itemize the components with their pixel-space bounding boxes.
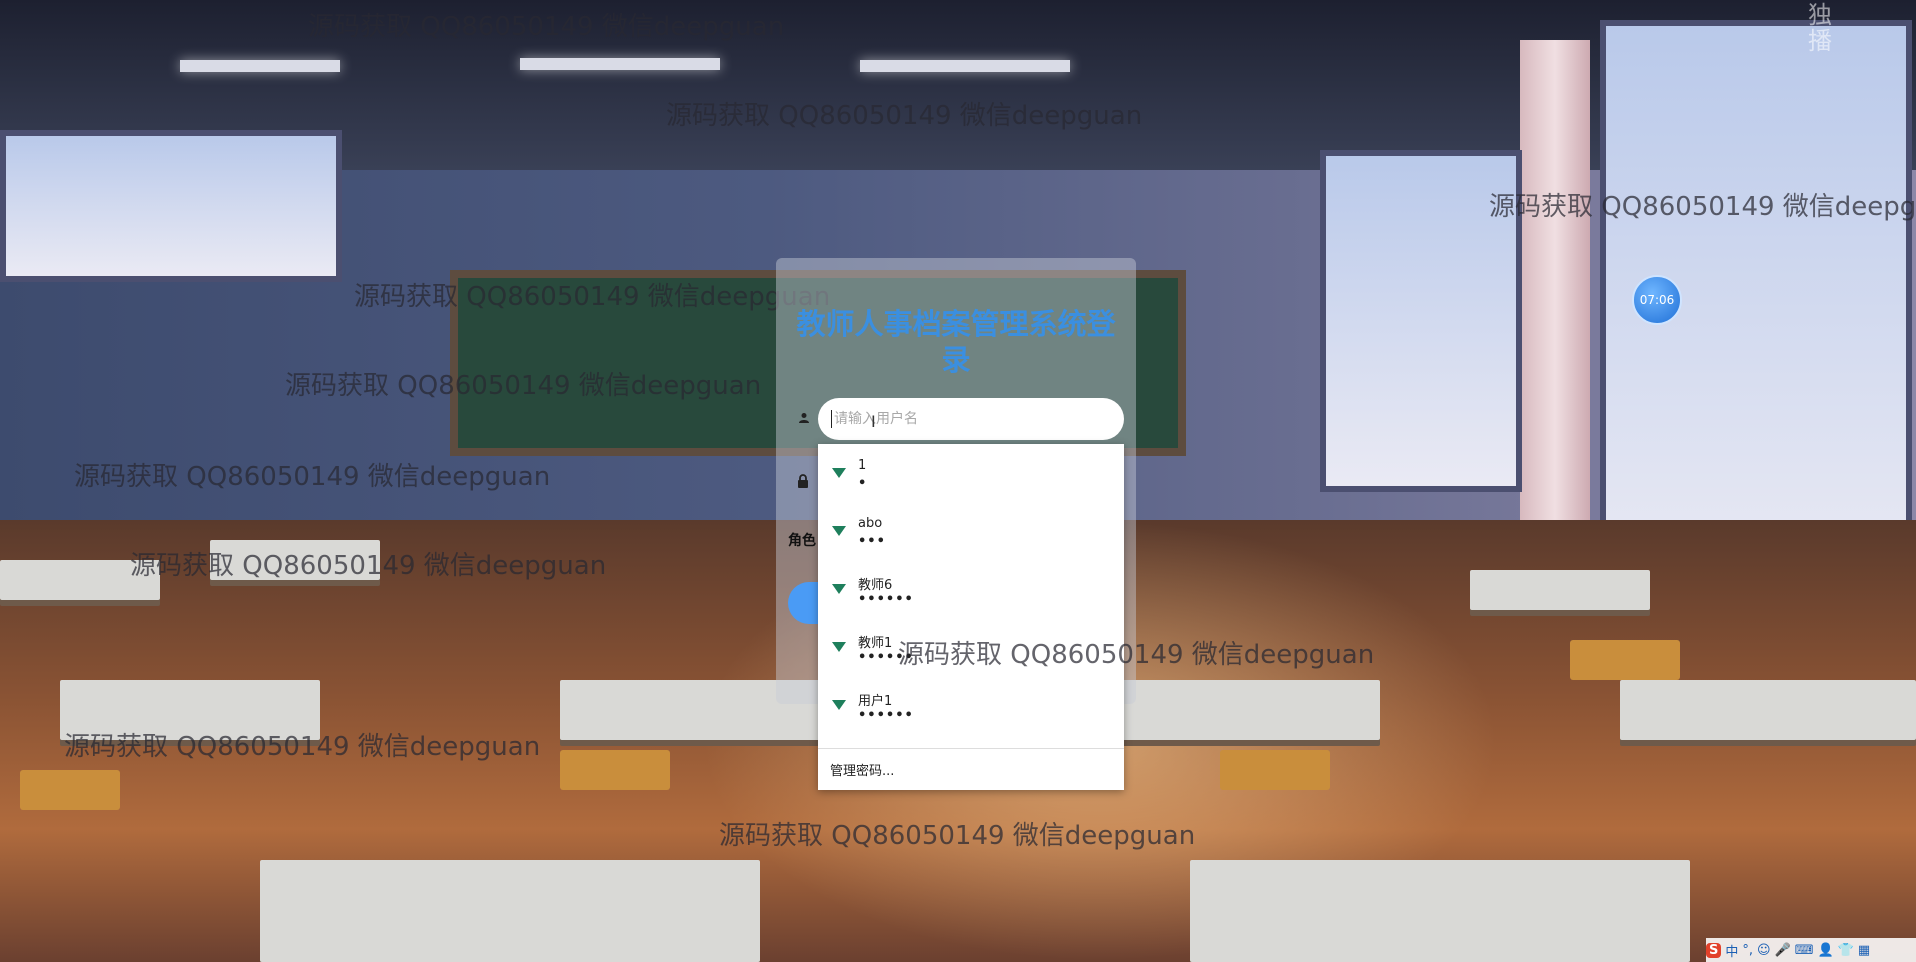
key-icon xyxy=(832,642,846,652)
watermark: 源码获取 QQ86050149 微信deepguan xyxy=(1489,192,1916,222)
autofill-password-mask: •••••• xyxy=(858,708,914,723)
watermark: 源码获取 QQ86050149 微信deepguan xyxy=(130,551,607,581)
watermark: 源码获取 QQ86050149 微信deepguan xyxy=(308,12,785,42)
watermark: 源码获取 QQ86050149 微信deepguan xyxy=(64,732,541,762)
keyboard-icon[interactable]: ⌨ xyxy=(1795,943,1814,958)
desk xyxy=(1120,680,1380,740)
autofill-item[interactable]: abo ••• xyxy=(818,502,1124,560)
ceiling-light xyxy=(520,58,720,70)
autofill-password-mask: •••••• xyxy=(858,592,914,607)
desk xyxy=(260,860,760,962)
curtain xyxy=(1520,40,1590,560)
ime-punctuation-toggle[interactable]: °, xyxy=(1742,943,1753,958)
desk xyxy=(1190,860,1690,962)
login-title: 教师人事档案管理系统登录 xyxy=(796,307,1116,377)
left-window xyxy=(0,130,342,282)
autofill-password-mask: • xyxy=(858,476,868,491)
role-label: 角色 xyxy=(788,533,816,549)
autofill-dropdown: 1 • abo ••• 教师6 •••••• 教师1 •••••• 用户1 ••… xyxy=(818,444,1124,790)
watermark: 源码获取 QQ86050149 微信deepguan xyxy=(74,462,551,492)
ime-toolbar: S 中 °, ☺ 🎤 ⌨ 👤 👕 ▦ xyxy=(1706,938,1916,962)
lock-icon xyxy=(797,474,809,492)
shirt-icon[interactable]: 👕 xyxy=(1838,943,1854,958)
microphone-icon[interactable]: 🎤 xyxy=(1775,943,1791,958)
autofill-username: 1 xyxy=(858,458,867,473)
ceiling-light xyxy=(860,60,1070,72)
autofill-item[interactable]: 用户1 •••••• xyxy=(818,676,1124,734)
autofill-item[interactable]: 1 • xyxy=(818,444,1124,502)
corner-overlay-text: 独 播 xyxy=(1808,1,1832,55)
watermark: 源码获取 QQ86050149 微信deepguan xyxy=(285,371,762,401)
autofill-username: abo xyxy=(858,516,883,531)
desk xyxy=(1620,680,1916,740)
watermark: 源码获取 QQ86050149 微信deepguan xyxy=(666,101,1143,131)
emoji-icon[interactable]: ☺ xyxy=(1757,943,1771,958)
autofill-item[interactable]: 教师6 •••••• xyxy=(818,560,1124,618)
autofill-password-mask: ••• xyxy=(858,534,886,549)
text-caret xyxy=(831,410,832,428)
key-icon xyxy=(832,700,846,710)
autofill-username: 教师1 xyxy=(858,636,893,651)
ceiling-light xyxy=(180,60,340,72)
desk xyxy=(1470,570,1650,610)
autofill-username: 教师6 xyxy=(858,578,893,593)
ime-language-toggle[interactable]: 中 xyxy=(1725,941,1738,960)
chair xyxy=(1570,640,1680,680)
watermark: 源码获取 QQ86050149 微信deepguan xyxy=(898,640,1375,670)
chair xyxy=(1220,750,1330,790)
autofill-username: 用户1 xyxy=(858,694,893,709)
key-icon xyxy=(832,526,846,536)
watermark: 源码获取 QQ86050149 微信deepguan xyxy=(719,821,1196,851)
key-icon xyxy=(832,584,846,594)
user-icon xyxy=(798,412,810,428)
watermark: 源码获取 QQ86050149 微信deepguan xyxy=(354,282,831,312)
chair xyxy=(560,750,670,790)
dropdown-divider xyxy=(818,748,1124,749)
grid-icon[interactable]: ▦ xyxy=(1858,943,1870,958)
floating-clock[interactable]: 07:06 xyxy=(1632,275,1682,325)
ime-logo-icon[interactable]: S xyxy=(1706,942,1722,958)
username-input[interactable] xyxy=(818,398,1124,440)
manage-passwords-link[interactable]: 管理密码... xyxy=(830,760,894,779)
mouse-ibeam-cursor-icon: I xyxy=(871,412,876,431)
user-icon[interactable]: 👤 xyxy=(1818,943,1834,958)
chair xyxy=(20,770,120,810)
key-icon xyxy=(832,468,846,478)
